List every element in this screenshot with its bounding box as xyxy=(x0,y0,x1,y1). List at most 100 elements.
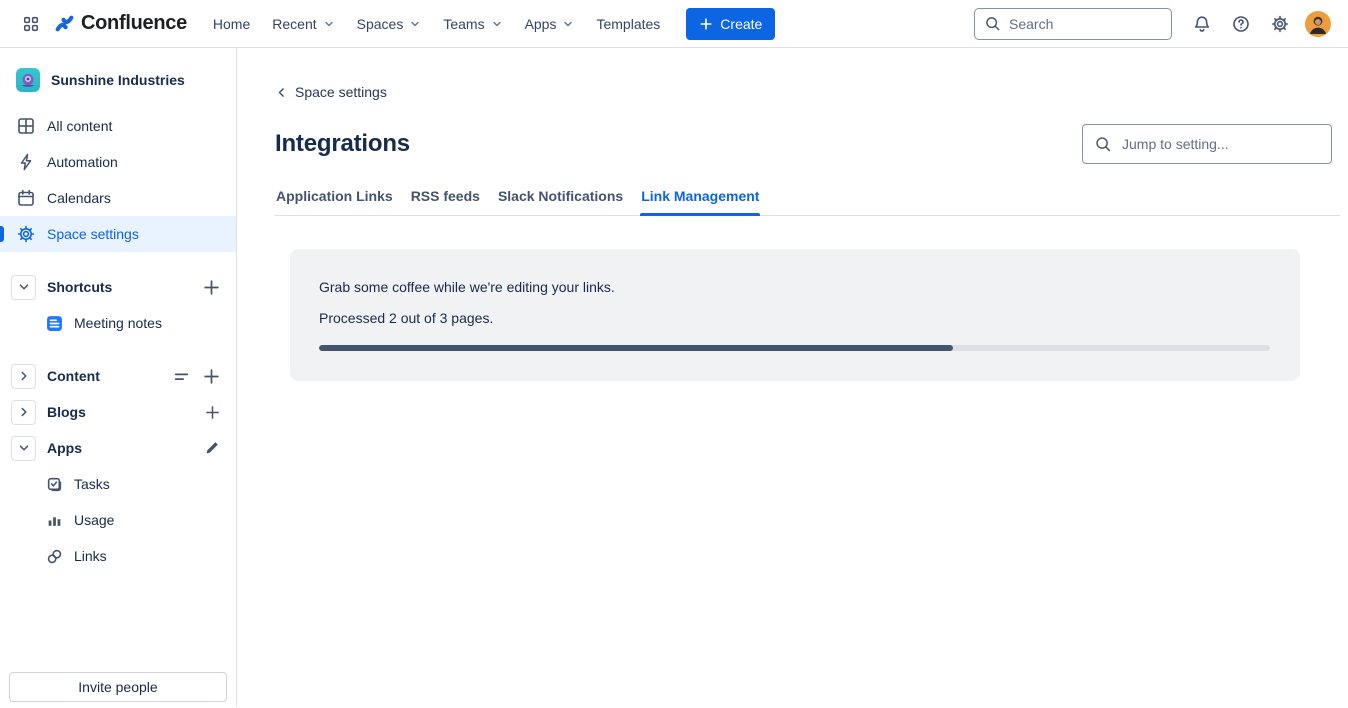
create-button[interactable]: Create xyxy=(686,8,775,40)
section-label-blogs: Blogs xyxy=(47,404,194,420)
progress-bar xyxy=(319,345,1270,351)
app-item-tasks[interactable]: Tasks xyxy=(0,466,236,502)
plus-icon xyxy=(205,405,220,420)
topbar-right-group xyxy=(974,8,1332,40)
space-name: Sunshine Industries xyxy=(51,72,185,88)
nav-item-templates[interactable]: Templates xyxy=(586,9,670,39)
plus-icon xyxy=(203,368,220,385)
calendar-icon xyxy=(16,188,36,208)
app-item-usage[interactable]: Usage xyxy=(0,502,236,538)
progress-fill xyxy=(319,345,953,351)
sidebar-section-content: Content xyxy=(0,358,236,394)
tasks-icon xyxy=(46,476,63,493)
all-content-icon xyxy=(16,116,36,136)
avatar xyxy=(1304,10,1332,38)
space-header[interactable]: Sunshine Industries xyxy=(0,68,236,92)
expand-blogs-button[interactable] xyxy=(11,400,36,425)
confluence-logo-icon xyxy=(54,13,75,34)
sidebar-item-automation[interactable]: Automation xyxy=(0,144,236,180)
link-editing-progress-panel: Grab some coffee while we're editing you… xyxy=(290,249,1300,381)
plus-icon xyxy=(699,17,713,31)
main-content: Space settings Integrations Application … xyxy=(237,48,1348,707)
gear-icon xyxy=(16,224,36,244)
edit-apps-button[interactable] xyxy=(204,440,220,456)
notifications-button[interactable] xyxy=(1187,9,1217,39)
add-blog-button[interactable] xyxy=(205,405,220,420)
chevron-left-icon xyxy=(275,86,288,99)
nav-item-home[interactable]: Home xyxy=(203,9,260,39)
chevron-down-icon xyxy=(409,18,421,30)
bell-icon xyxy=(1192,14,1212,34)
search-icon xyxy=(984,15,1001,32)
tab-link-management[interactable]: Link Management xyxy=(640,188,760,215)
link-icon xyxy=(46,548,63,565)
chevron-right-icon xyxy=(17,369,31,383)
shortcut-item-meeting-notes[interactable]: Meeting notes xyxy=(0,305,236,341)
sidebar-item-all-content[interactable]: All content xyxy=(0,108,236,144)
app-switcher-icon xyxy=(22,15,40,33)
chevron-down-icon xyxy=(17,441,31,455)
expand-content-button[interactable] xyxy=(11,364,36,389)
section-label-apps: Apps xyxy=(47,440,193,456)
nav-item-spaces[interactable]: Spaces xyxy=(347,9,432,39)
invite-container: Invite people xyxy=(0,664,236,707)
confluence-logo[interactable]: Confluence xyxy=(54,12,187,35)
progress-message: Grab some coffee while we're editing you… xyxy=(319,279,1270,295)
filter-icon xyxy=(173,368,190,385)
progress-status: Processed 2 out of 3 pages. xyxy=(319,310,1270,326)
gear-icon xyxy=(1270,14,1290,34)
primary-nav: Home Recent Spaces Teams Apps Templates xyxy=(203,9,670,39)
jump-to-setting-search[interactable] xyxy=(1082,124,1332,164)
page-title: Integrations xyxy=(275,130,410,158)
collapse-shortcuts-button[interactable] xyxy=(11,275,36,300)
nav-item-recent[interactable]: Recent xyxy=(262,9,344,39)
help-button[interactable] xyxy=(1226,9,1256,39)
top-bar: Confluence Home Recent Spaces Teams Apps… xyxy=(0,0,1348,48)
filter-content-button[interactable] xyxy=(173,368,190,385)
invite-people-button[interactable]: Invite people xyxy=(9,672,227,702)
chevron-down-icon xyxy=(323,18,335,30)
nav-item-teams[interactable]: Teams xyxy=(433,9,512,39)
logo-wordmark: Confluence xyxy=(81,12,187,35)
jump-to-setting-input[interactable] xyxy=(1122,136,1320,152)
back-to-space-settings-link[interactable]: Space settings xyxy=(275,84,387,100)
plus-icon xyxy=(203,279,220,296)
app-item-links[interactable]: Links xyxy=(0,538,236,574)
chevron-down-icon xyxy=(17,280,31,294)
sidebar-section-apps: Apps xyxy=(0,430,236,466)
chevron-right-icon xyxy=(17,405,31,419)
sidebar-item-calendars[interactable]: Calendars xyxy=(0,180,236,216)
space-sidebar: Sunshine Industries All content Automati… xyxy=(0,48,237,707)
tab-application-links[interactable]: Application Links xyxy=(275,188,394,215)
sidebar-spacer xyxy=(0,341,236,358)
chevron-down-icon xyxy=(562,18,574,30)
section-label-shortcuts: Shortcuts xyxy=(47,279,192,295)
global-search[interactable] xyxy=(974,8,1172,40)
tab-rss-feeds[interactable]: RSS feeds xyxy=(410,188,481,215)
search-icon xyxy=(1094,135,1112,153)
nav-item-apps[interactable]: Apps xyxy=(515,9,585,39)
sidebar-section-shortcuts: Shortcuts xyxy=(0,269,236,305)
search-input[interactable] xyxy=(1009,16,1162,32)
add-content-button[interactable] xyxy=(203,368,220,385)
pencil-icon xyxy=(204,440,220,456)
title-row: Integrations xyxy=(275,124,1332,164)
sidebar-spacer xyxy=(0,252,236,269)
chevron-down-icon xyxy=(491,18,503,30)
space-avatar xyxy=(16,68,40,92)
document-icon xyxy=(46,315,63,332)
sidebar-section-blogs: Blogs xyxy=(0,394,236,430)
sidebar-item-space-settings[interactable]: Space settings xyxy=(0,216,236,252)
bar-chart-icon xyxy=(46,512,63,529)
profile-button[interactable] xyxy=(1304,10,1332,38)
settings-button[interactable] xyxy=(1265,9,1295,39)
add-shortcut-button[interactable] xyxy=(203,279,220,296)
help-icon xyxy=(1231,14,1251,34)
app-body: Sunshine Industries All content Automati… xyxy=(0,48,1348,707)
tab-slack-notifications[interactable]: Slack Notifications xyxy=(497,188,624,215)
app-switcher-button[interactable] xyxy=(16,9,46,39)
section-label-content: Content xyxy=(47,368,162,384)
automation-icon xyxy=(16,152,36,172)
integrations-tabs: Application Links RSS feeds Slack Notifi… xyxy=(275,188,1340,216)
collapse-apps-button[interactable] xyxy=(11,436,36,461)
